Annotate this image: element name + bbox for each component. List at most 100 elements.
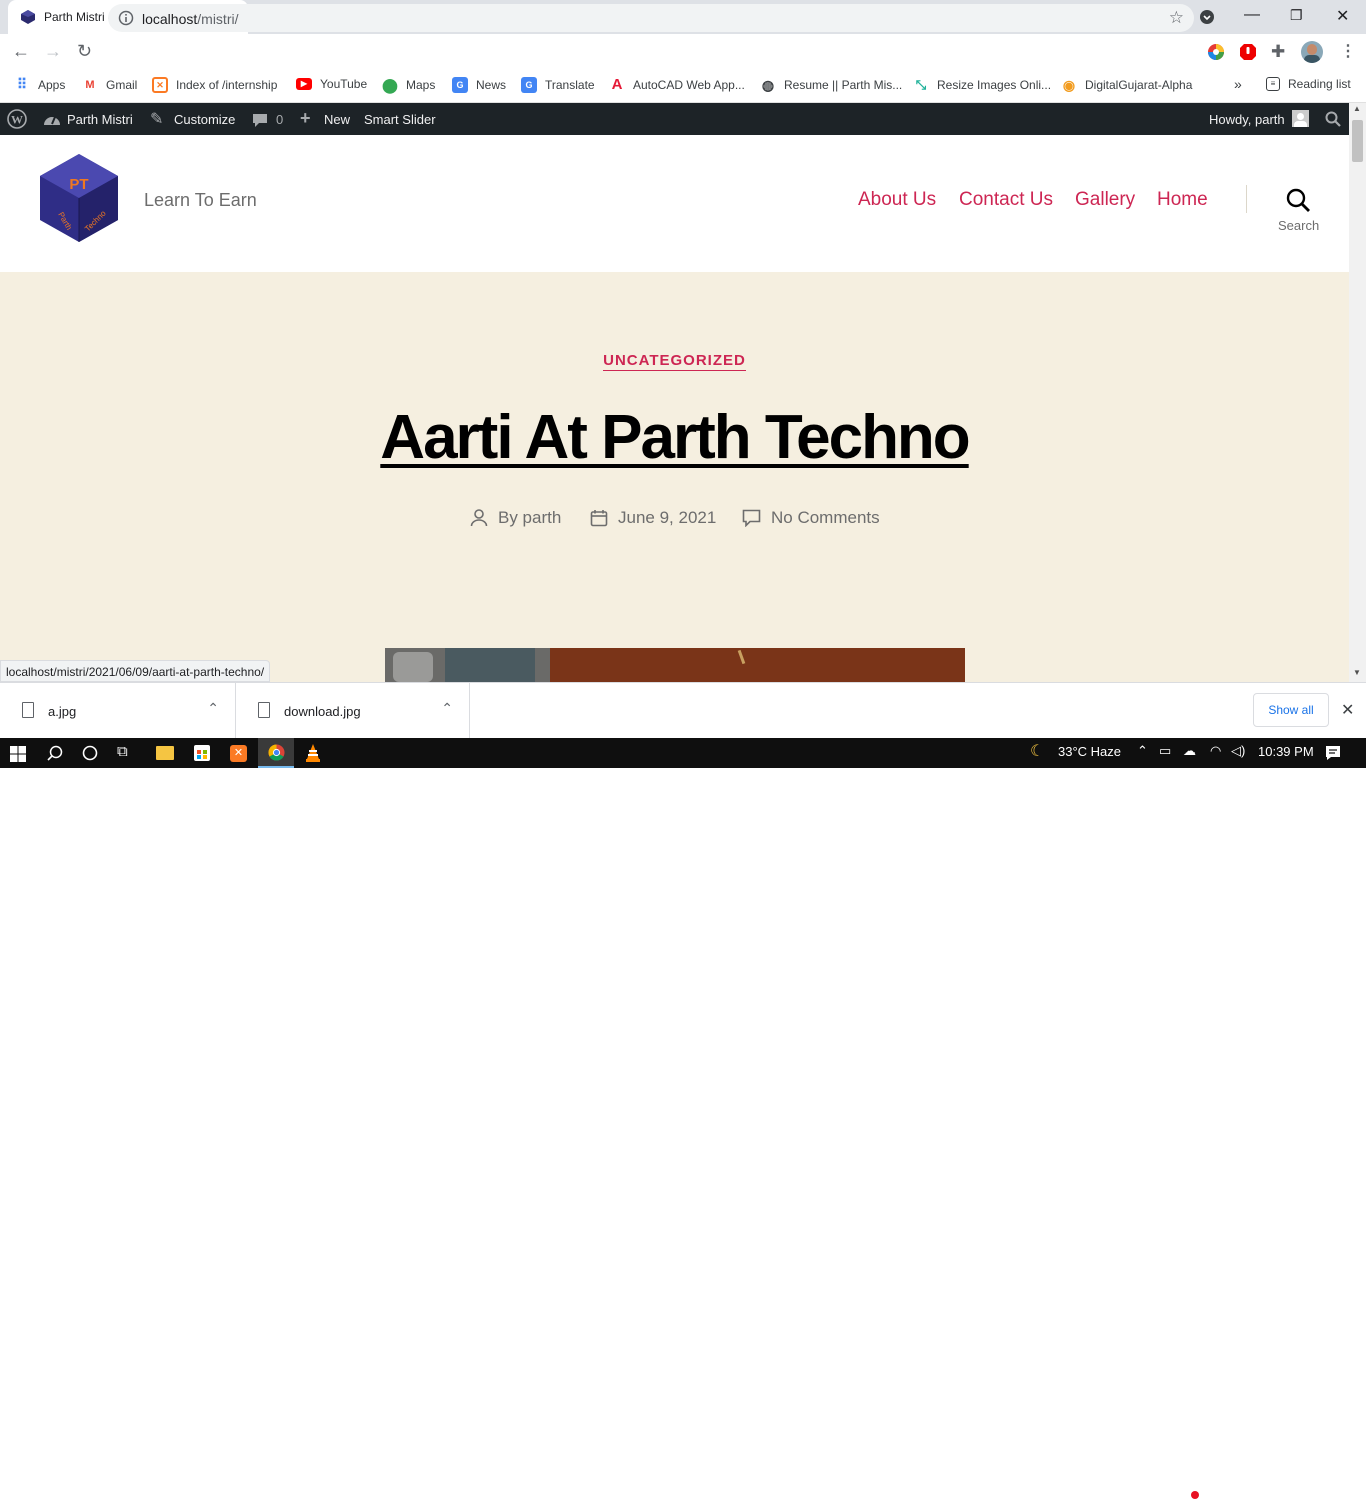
file-explorer-icon[interactable]	[156, 746, 174, 760]
admin-smart-slider[interactable]: Smart Slider	[364, 112, 436, 127]
profile-avatar[interactable]	[1301, 41, 1323, 63]
download-shelf: a.jpg ⌃ download.jpg ⌃ Show all ✕	[0, 682, 1366, 739]
windows-start-icon[interactable]	[10, 746, 26, 762]
taskbar-search-icon[interactable]	[47, 745, 63, 761]
bookmark-autocad[interactable]: A AutoCAD Web App...	[609, 77, 745, 93]
weather-text[interactable]: 33°C Haze	[1058, 744, 1121, 759]
close-window-icon[interactable]: ✕	[1336, 6, 1349, 26]
chevron-up-icon[interactable]: ⌃	[207, 700, 219, 717]
chrome-icon	[268, 744, 285, 761]
adblock-extension-icon[interactable]	[1239, 43, 1257, 61]
nav-gallery[interactable]: Gallery	[1075, 189, 1135, 211]
vlc-icon[interactable]	[305, 744, 321, 762]
task-view-icon[interactable]: ⧉	[117, 743, 128, 760]
address-url: localhost/mistri/	[142, 11, 238, 27]
store-icon[interactable]	[194, 745, 210, 761]
bookmark-gmail[interactable]: M Gmail	[82, 77, 137, 93]
color-extension-icon[interactable]	[1207, 43, 1225, 61]
bookmark-label: Index of /internship	[176, 78, 278, 92]
chrome-taskbar-button[interactable]	[258, 738, 294, 768]
calendar-icon	[590, 510, 608, 527]
nav-about-us[interactable]: About Us	[858, 189, 936, 211]
bookmark-maps[interactable]: ⬤ Maps	[382, 77, 435, 93]
bookmark-index-internship[interactable]: ✕ Index of /internship	[152, 77, 277, 93]
bookmark-news[interactable]: G News	[452, 77, 506, 93]
scroll-down-icon[interactable]: ▼	[1353, 668, 1361, 677]
close-download-shelf-icon[interactable]: ✕	[1341, 700, 1354, 720]
bookmark-resume[interactable]: ◍ Resume || Parth Mis...	[760, 77, 902, 93]
tab-search-icon[interactable]	[1199, 9, 1215, 25]
featured-image	[385, 648, 965, 682]
volume-icon[interactable]: ◁)	[1231, 743, 1245, 759]
comment-icon	[742, 509, 761, 527]
post-title[interactable]: Aarti At Parth Techno	[380, 403, 970, 472]
site-info-icon[interactable]	[118, 10, 134, 26]
bookmark-translate[interactable]: G Translate	[521, 77, 595, 93]
extensions-puzzle-icon[interactable]: ✚	[1271, 42, 1285, 62]
xampp-icon: ✕	[152, 77, 168, 93]
admin-customize[interactable]: Customize	[174, 112, 235, 127]
post-title-wrap: Aarti At Parth Techno	[0, 402, 1349, 473]
onedrive-sync-error-icon[interactable]: ☁	[1183, 743, 1196, 759]
download-filename: download.jpg	[284, 704, 361, 719]
chevron-up-icon[interactable]: ⌃	[441, 700, 453, 717]
svg-text:W: W	[11, 113, 23, 127]
apps-grid-icon: ⠿	[16, 76, 28, 92]
restore-icon[interactable]: ❐	[1290, 7, 1303, 24]
digitalgujarat-icon: ◉	[1062, 77, 1076, 93]
download-item[interactable]: download.jpg ⌃	[236, 683, 470, 739]
comment-bubble-icon[interactable]	[252, 113, 268, 128]
admin-howdy[interactable]: Howdy, parth	[1209, 112, 1285, 127]
post-category-link[interactable]: UNCATEGORIZED	[603, 352, 746, 371]
download-item[interactable]: a.jpg ⌃	[0, 683, 236, 739]
notifications-icon[interactable]	[1325, 745, 1341, 761]
bookmark-youtube[interactable]: ▶ YouTube	[296, 77, 367, 91]
weather-moon-icon[interactable]: ☾	[1030, 741, 1044, 761]
header-search-toggle[interactable]: Search	[1272, 185, 1324, 235]
admin-search-icon[interactable]	[1325, 111, 1341, 127]
post-date[interactable]: June 9, 2021	[590, 508, 716, 528]
back-icon[interactable]: ←	[12, 41, 30, 62]
post-comments[interactable]: No Comments	[742, 508, 880, 528]
dashboard-gauge-icon	[44, 116, 60, 125]
page-scrollbar[interactable]	[1349, 103, 1366, 682]
nav-home[interactable]: Home	[1157, 189, 1208, 211]
bookmark-digitalgujarat[interactable]: ◉ DigitalGujarat-Alpha	[1061, 77, 1193, 93]
scrollbar-thumb[interactable]	[1352, 120, 1363, 162]
minimize-icon[interactable]: —	[1244, 6, 1260, 24]
post-author[interactable]: By parth	[470, 508, 561, 528]
cortana-icon[interactable]	[82, 745, 98, 761]
admin-new[interactable]: New	[324, 112, 350, 127]
wifi-icon[interactable]: ◠	[1210, 743, 1221, 759]
battery-icon[interactable]: ▭	[1159, 743, 1171, 759]
customize-brush-icon: ✎	[150, 111, 164, 128]
nav-contact-us[interactable]: Contact Us	[959, 189, 1053, 211]
admin-site-name[interactable]: Parth Mistri	[67, 112, 133, 127]
bookmark-apps[interactable]: ⠿ Apps	[14, 76, 66, 93]
file-icon	[258, 702, 270, 718]
browser-toolbar	[0, 34, 1366, 70]
taskbar-clock[interactable]: 10:39 PM	[1258, 744, 1314, 759]
wordpress-logo-icon[interactable]: W	[7, 109, 27, 129]
more-bookmarks-icon[interactable]: »	[1234, 76, 1242, 92]
site-logo[interactable]: PT Parth Techno	[38, 152, 120, 244]
youtube-icon: ▶	[296, 78, 312, 90]
bookmark-star-icon[interactable]: ☆	[1169, 8, 1184, 28]
show-all-downloads-button[interactable]: Show all	[1253, 693, 1329, 727]
reading-list-button[interactable]: ≡ Reading list	[1266, 77, 1351, 91]
admin-user-avatar[interactable]	[1292, 110, 1309, 127]
bookmark-label: Translate	[545, 78, 595, 92]
tray-chevron-icon[interactable]: ⌃	[1137, 743, 1148, 759]
reading-list-icon: ≡	[1266, 77, 1280, 91]
scroll-up-icon[interactable]: ▲	[1353, 104, 1361, 113]
logo-text-pt: PT	[69, 176, 88, 193]
forward-icon[interactable]: →	[44, 41, 62, 62]
admin-comments-count[interactable]: 0	[276, 112, 283, 127]
bookmark-resize-images[interactable]: ⤡ Resize Images Onli...	[913, 77, 1051, 93]
search-icon	[1286, 188, 1310, 212]
xampp-taskbar-icon[interactable]: ✕	[230, 745, 247, 762]
address-bar[interactable]: localhost/mistri/ ☆	[108, 4, 1194, 32]
gmail-icon: M	[85, 79, 95, 91]
reload-icon[interactable]: ↻	[77, 41, 92, 62]
chrome-menu-icon[interactable]: ⋮	[1340, 41, 1356, 61]
